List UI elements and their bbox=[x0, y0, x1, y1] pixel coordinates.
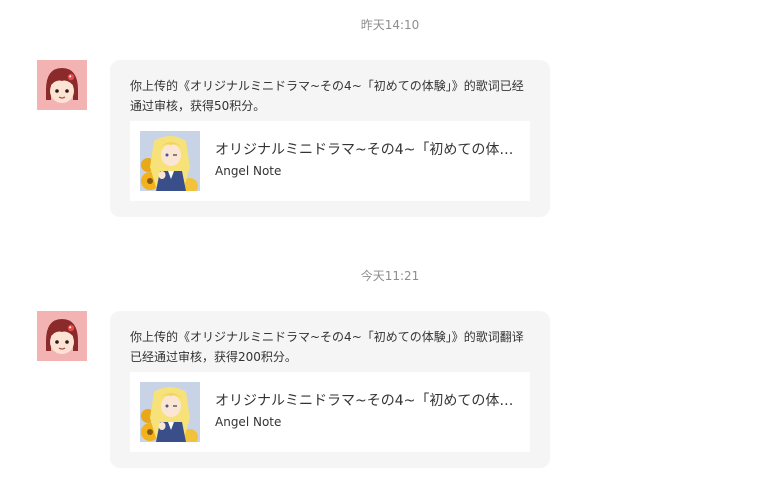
message-bubble: 你上传的《オリジナルミニドラマ~その4~「初めての体験」》的歌词翻译已经通过审核… bbox=[110, 311, 550, 468]
cartoon-girl-avatar-icon bbox=[37, 60, 87, 110]
system-avatar[interactable] bbox=[37, 311, 87, 361]
message-timestamp: 今天11:21 bbox=[360, 269, 420, 283]
message-text: 你上传的《オリジナルミニドラマ~その4~「初めての体験」》的歌词翻译已经通过审核… bbox=[130, 330, 524, 364]
message-timestamp: 昨天14:10 bbox=[360, 18, 420, 32]
message-feed: 昨天14:10 你上传的《オリジナルミニドラマ~その4~「初めての体験」》的歌词… bbox=[0, 0, 780, 480]
song-artist[interactable]: Angel Note bbox=[215, 164, 281, 178]
anime-cover-image bbox=[140, 131, 200, 191]
song-card[interactable]: オリジナルミニドラマ~その4~「初めての体験」 Angel Note bbox=[130, 121, 530, 201]
song-cover-image[interactable] bbox=[140, 382, 200, 442]
cartoon-girl-avatar-icon bbox=[37, 311, 87, 361]
song-cover-image[interactable] bbox=[140, 131, 200, 191]
song-title[interactable]: オリジナルミニドラマ~その4~「初めての体験」 bbox=[215, 390, 515, 410]
message-bubble: 你上传的《オリジナルミニドラマ~その4~「初めての体験」》的歌词已经通过审核，获… bbox=[110, 60, 550, 217]
message-text: 你上传的《オリジナルミニドラマ~その4~「初めての体験」》的歌词已经通过审核，获… bbox=[130, 79, 524, 113]
song-title[interactable]: オリジナルミニドラマ~その4~「初めての体験」 bbox=[215, 139, 515, 159]
song-card[interactable]: オリジナルミニドラマ~その4~「初めての体験」 Angel Note bbox=[130, 372, 530, 452]
system-avatar[interactable] bbox=[37, 60, 87, 110]
anime-cover-image bbox=[140, 382, 200, 442]
song-artist[interactable]: Angel Note bbox=[215, 415, 281, 429]
